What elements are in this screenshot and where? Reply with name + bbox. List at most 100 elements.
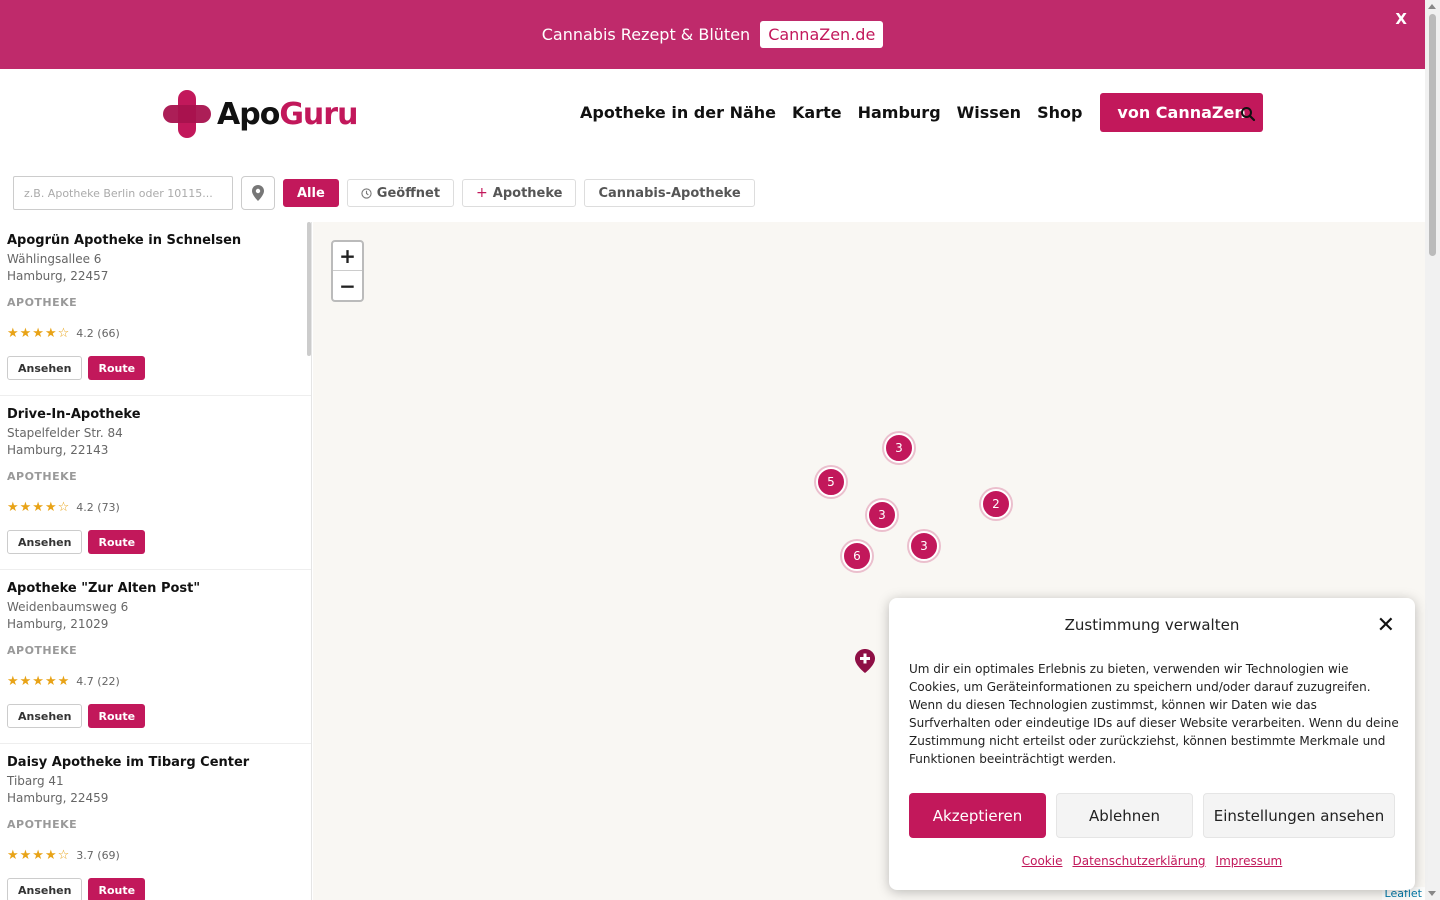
privacy-link[interactable]: Datenschutzerklärung (1072, 854, 1205, 868)
imprint-link[interactable]: Impressum (1216, 854, 1283, 868)
plus-icon: + (476, 185, 488, 201)
nav-item-hamburg[interactable]: Hamburg (858, 103, 941, 122)
zoom-in-button[interactable]: + (333, 242, 362, 271)
view-button[interactable]: Ansehen (7, 704, 83, 728)
map-cluster[interactable]: 3 (909, 531, 939, 561)
filter-chip-cannabis-label: Cannabis-Apotheke (598, 185, 741, 201)
list-item: Daisy Apotheke im Tibarg Center Tibarg 4… (0, 744, 311, 900)
nav-item-map[interactable]: Karte (792, 103, 842, 122)
route-button[interactable]: Route (88, 530, 146, 554)
card-actions: Ansehen Route (7, 704, 304, 728)
page-scrollbar[interactable] (1425, 0, 1440, 900)
rating-value: 4.2 (73) (76, 500, 120, 514)
rating-value: 4.2 (66) (76, 326, 120, 340)
consent-title: Zustimmung verwalten (1064, 616, 1240, 634)
logo-text-guru: Guru (279, 96, 358, 132)
card-actions: Ansehen Route (7, 356, 304, 380)
rating-stars: ★★★★☆ (7, 499, 71, 515)
filter-chip-open-label: Geöffnet (376, 185, 441, 201)
rating-stars: ★★★★☆ (7, 325, 71, 341)
list-item: Apogrün Apotheke in Schnelsen Wählingsal… (0, 222, 311, 396)
accept-button[interactable]: Akzeptieren (909, 793, 1046, 838)
pharmacy-type: APOTHEKE (7, 644, 78, 657)
view-button[interactable]: Ansehen (7, 530, 83, 554)
pharmacy-rating: ★★★★☆ 4.2 (66) (7, 325, 304, 341)
pharmacy-city: Hamburg, 22143 (7, 443, 109, 457)
view-button[interactable]: Ansehen (7, 878, 83, 900)
filter-chip-all[interactable]: Alle (283, 179, 339, 207)
consent-dialog: Zustimmung verwalten ✕ Um dir ein optima… (889, 598, 1415, 890)
logo-text-apo: Apo (217, 96, 280, 132)
scroll-up-icon[interactable] (1428, 4, 1436, 9)
cookie-link[interactable]: Cookie (1022, 854, 1063, 868)
list-scrollbar[interactable] (307, 222, 311, 356)
consent-text: Um dir ein optimales Erlebnis zu bieten,… (909, 662, 1399, 766)
logo[interactable]: ApoGuru (163, 90, 358, 138)
search-input[interactable] (13, 176, 233, 210)
map-cluster[interactable]: 5 (816, 467, 846, 497)
view-button[interactable]: Ansehen (7, 356, 83, 380)
close-icon[interactable]: ✕ (1377, 615, 1395, 637)
pharmacy-rating: ★★★★★ 4.7 (22) (7, 673, 304, 689)
pharmacy-street: Stapelfelder Str. 84 (7, 426, 123, 440)
scrollbar-thumb[interactable] (1429, 14, 1436, 256)
deny-button[interactable]: Ablehnen (1056, 793, 1193, 838)
list-item: Drive-In-Apotheke Stapelfelder Str. 84 H… (0, 396, 311, 570)
pharmacy-city: Hamburg, 22459 (7, 791, 109, 805)
pharmacy-street: Weidenbaumsweg 6 (7, 600, 129, 614)
nav-item-knowledge[interactable]: Wissen (957, 103, 1021, 122)
consent-buttons: Akzeptieren Ablehnen Einstellungen anseh… (909, 793, 1395, 838)
pharmacy-type: APOTHEKE (7, 296, 78, 309)
rating-value: 3.7 (69) (76, 848, 120, 862)
rating-stars: ★★★★☆ (7, 847, 71, 863)
promo-close-button[interactable]: X (1395, 10, 1407, 28)
pharmacy-list: Apogrün Apotheke in Schnelsen Wählingsal… (0, 222, 312, 900)
map-pin-icon (252, 185, 264, 201)
pharmacy-street: Tibarg 41 (7, 774, 64, 788)
pharmacy-type: APOTHEKE (7, 470, 78, 483)
route-button[interactable]: Route (88, 704, 146, 728)
rating-stars: ★★★★★ (7, 673, 71, 689)
cannazen-button[interactable]: von CannaZen (1100, 93, 1263, 132)
nav-item-shop[interactable]: Shop (1037, 103, 1082, 122)
pharmacy-name[interactable]: Apogrün Apotheke in Schnelsen (7, 233, 304, 248)
filter-chip-pharmacy[interactable]: + Apotheke (462, 179, 577, 207)
map-cluster[interactable]: 2 (981, 489, 1011, 519)
promo-button[interactable]: CannaZen.de (760, 21, 884, 48)
pharmacy-type: APOTHEKE (7, 818, 78, 831)
logo-text: ApoGuru (217, 96, 358, 132)
list-item: Apotheke "Zur Alten Post" Weidenbaumsweg… (0, 570, 311, 744)
map-cluster[interactable]: 6 (842, 541, 872, 571)
pharmacy-name[interactable]: Drive-In-Apotheke (7, 407, 304, 422)
filter-chip-all-label: Alle (297, 185, 325, 201)
nav-item-nearby[interactable]: Apotheke in der Nähe (580, 103, 776, 122)
site-header: ApoGuru Apotheke in der Nähe Karte Hambu… (0, 69, 1425, 159)
filter-chip-cannabis[interactable]: Cannabis-Apotheke (584, 179, 755, 207)
card-actions: Ansehen Route (7, 530, 304, 554)
zoom-out-button[interactable]: − (333, 271, 362, 300)
map-cluster[interactable]: 3 (867, 500, 897, 530)
locate-button[interactable] (241, 176, 275, 210)
pharmacy-rating: ★★★★☆ 3.7 (69) (7, 847, 304, 863)
promo-text: Cannabis Rezept & Blüten (541, 25, 751, 44)
pharmacy-city: Hamburg, 22457 (7, 269, 109, 283)
pharmacy-street: Wählingsallee 6 (7, 252, 102, 266)
clock-icon (361, 187, 372, 199)
rating-value: 4.7 (22) (76, 674, 120, 688)
pharmacy-marker-icon[interactable] (855, 649, 875, 673)
map-cluster[interactable]: 3 (884, 433, 914, 463)
search-icon[interactable] (1240, 106, 1256, 122)
route-button[interactable]: Route (88, 356, 146, 380)
route-button[interactable]: Route (88, 878, 146, 900)
filter-chip-open[interactable]: Geöffnet (346, 179, 455, 207)
pharmacy-name[interactable]: Apotheke "Zur Alten Post" (7, 581, 304, 596)
consent-links: Cookie Datenschutzerklärung Impressum (889, 854, 1415, 868)
main-nav: Apotheke in der Nähe Karte Hamburg Wisse… (580, 93, 1263, 132)
pharmacy-name[interactable]: Daisy Apotheke im Tibarg Center (7, 755, 304, 770)
card-actions: Ansehen Route (7, 878, 304, 900)
view-settings-button[interactable]: Einstellungen ansehen (1203, 793, 1395, 838)
scroll-down-icon[interactable] (1428, 891, 1436, 896)
filter-chip-pharmacy-label: Apotheke (492, 185, 563, 201)
pharmacy-rating: ★★★★☆ 4.2 (73) (7, 499, 304, 515)
promo-bar: Cannabis Rezept & Blüten CannaZen.de X (0, 0, 1425, 69)
